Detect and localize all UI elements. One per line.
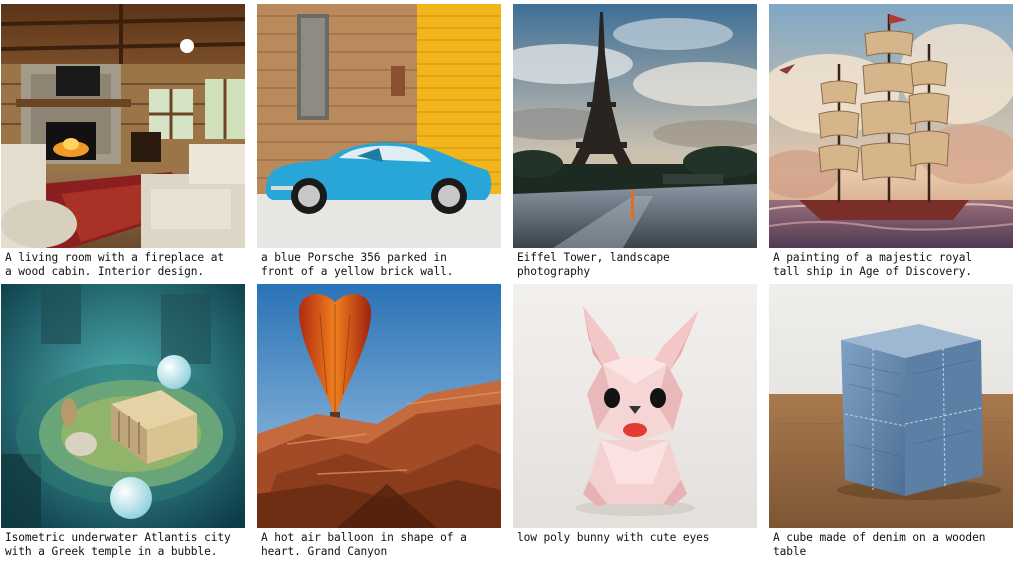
caption: Eiffel Tower, landscape photography: [517, 251, 670, 278]
low-poly-bunny-image: [513, 284, 757, 528]
gallery-tile-denim-cube: A cube made of denim on a wooden table: [769, 284, 1013, 559]
porsche-image: [257, 4, 501, 248]
gallery-tile-living-room: A living room with a fireplace at a wood…: [1, 4, 245, 279]
caption: a blue Porsche 356 parked in front of a …: [261, 251, 454, 278]
caption: A hot air balloon in shape of a heart. G…: [261, 531, 467, 558]
gallery-tile-eiffel: Eiffel Tower, landscape photography: [513, 4, 757, 279]
image-gallery: A living room with a fireplace at a wood…: [0, 0, 1024, 565]
living-room-image: [1, 4, 245, 248]
denim-cube-image: [769, 284, 1013, 528]
atlantis-image: [1, 284, 245, 528]
caption: Isometric underwater Atlantis city with …: [5, 531, 231, 558]
heart-balloon-image: [257, 284, 501, 528]
caption: low poly bunny with cute eyes: [517, 531, 710, 544]
caption: A cube made of denim on a wooden table: [773, 531, 986, 558]
caption: A living room with a fireplace at a wood…: [5, 251, 224, 278]
eiffel-tower-image: [513, 4, 757, 248]
gallery-tile-tall-ship: A painting of a majestic royal tall ship…: [769, 4, 1013, 279]
gallery-tile-porsche: a blue Porsche 356 parked in front of a …: [257, 4, 501, 279]
tall-ship-image: [769, 4, 1013, 248]
gallery-tile-atlantis: Isometric underwater Atlantis city with …: [1, 284, 245, 559]
gallery-tile-balloon: A hot air balloon in shape of a heart. G…: [257, 284, 501, 559]
caption: A painting of a majestic royal tall ship…: [773, 251, 973, 278]
gallery-tile-bunny: low poly bunny with cute eyes: [513, 284, 757, 545]
